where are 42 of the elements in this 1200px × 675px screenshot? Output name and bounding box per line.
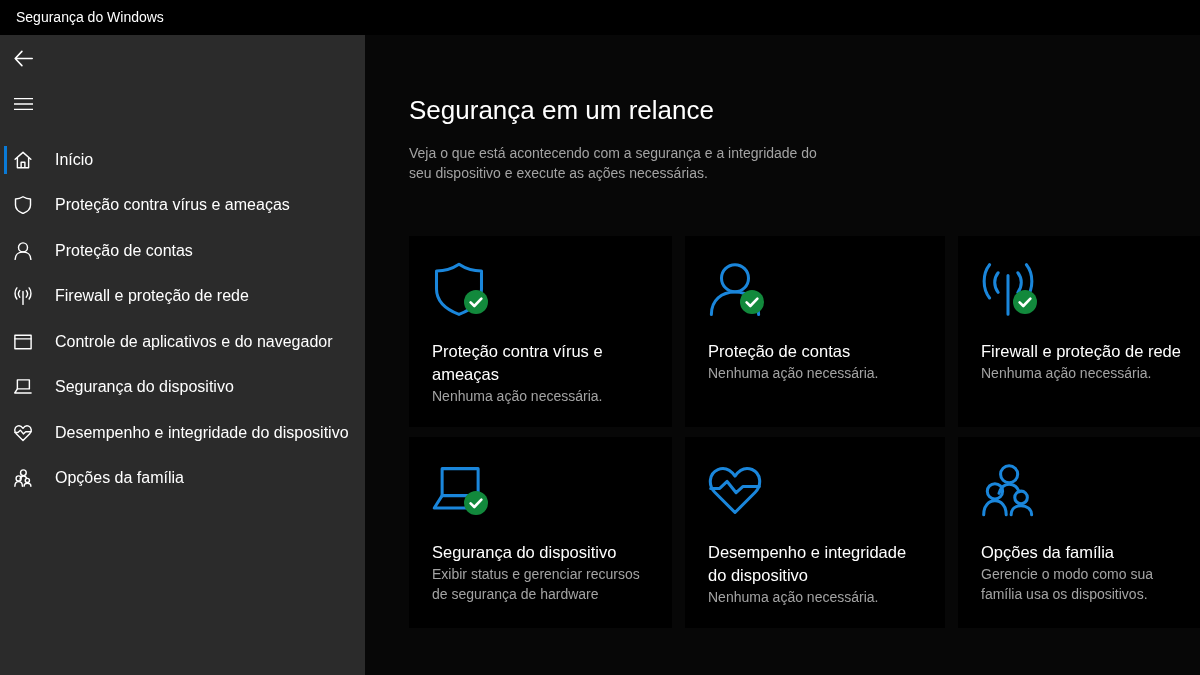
heart-pulse-icon [14, 423, 32, 442]
card-title: Opções da família [981, 541, 1114, 563]
sidebar-item[interactable]: Proteção de contas [0, 228, 365, 274]
card-subtitle: Exibir status e gerenciar recursos de segurança de hardware [432, 564, 641, 604]
window-title: Segurança do Windows [16, 8, 164, 27]
card-title: Firewall e proteção de rede [981, 340, 1181, 362]
browser-window-icon [14, 332, 32, 351]
back-arrow-icon [13, 49, 33, 67]
sidebar-item[interactable]: Segurança do dispositivo [0, 364, 365, 410]
menu-icon [13, 98, 33, 110]
card-title: Proteção contra vírus e ameaças [432, 340, 604, 385]
person-icon [14, 241, 32, 260]
home-icon [14, 150, 32, 169]
card-subtitle: Nenhuma ação necessária. [432, 386, 603, 406]
sidebar-item[interactable]: Controle de aplicativos e do navegador [0, 319, 365, 365]
status-card[interactable]: Segurança do dispositivo Exibir status e gerenciar recursos de segurança de hardware [409, 437, 672, 628]
card-subtitle: Gerencie o modo como sua família usa os dispositivos. [981, 564, 1154, 604]
card-title: Segurança do dispositivo [432, 541, 617, 563]
antenna-icon [981, 262, 1035, 316]
status-card[interactable]: Desempenho e integridade do dispositivo Nenhuma ação necessária. [685, 437, 945, 628]
status-card[interactable]: Firewall e proteção de rede Nenhuma ação necessária. [958, 236, 1200, 427]
sidebar-item[interactable]: Proteção contra vírus e ameaças [0, 182, 365, 228]
sidebar-item[interactable]: Desempenho e integridade do dispositivo [0, 410, 365, 456]
card-title: Desempenho e integridade do dispositivo [708, 541, 908, 586]
shield-icon [432, 262, 486, 316]
card-subtitle: Nenhuma ação necessária. [708, 363, 879, 383]
sidebar-item[interactable]: Firewall e proteção de rede [0, 273, 365, 319]
card-subtitle: Nenhuma ação necessária. [708, 587, 879, 607]
card-subtitle: Nenhuma ação necessária. [981, 363, 1152, 383]
people-icon [14, 469, 32, 488]
shield-icon [14, 196, 32, 215]
antenna-icon [14, 287, 32, 306]
laptop-icon [14, 378, 32, 397]
card-title: Proteção de contas [708, 340, 851, 362]
sidebar-item[interactable]: Opções da família [0, 455, 365, 501]
sidebar-item[interactable]: Início [0, 137, 365, 183]
page-heading: Segurança em um relance [409, 94, 714, 126]
person-icon [708, 262, 762, 316]
page-description: Veja o que está acontecendo com a segurança e a integridade do seu dispositivo e execute as ações necessárias. [409, 144, 818, 183]
status-card[interactable]: Proteção de contas Nenhuma ação necessária. [685, 236, 945, 427]
status-card[interactable]: Proteção contra vírus e ameaças Nenhuma ação necessária. [409, 236, 672, 427]
status-card[interactable]: Opções da família Gerencie o modo como sua família usa os dispositivos. [958, 437, 1200, 628]
